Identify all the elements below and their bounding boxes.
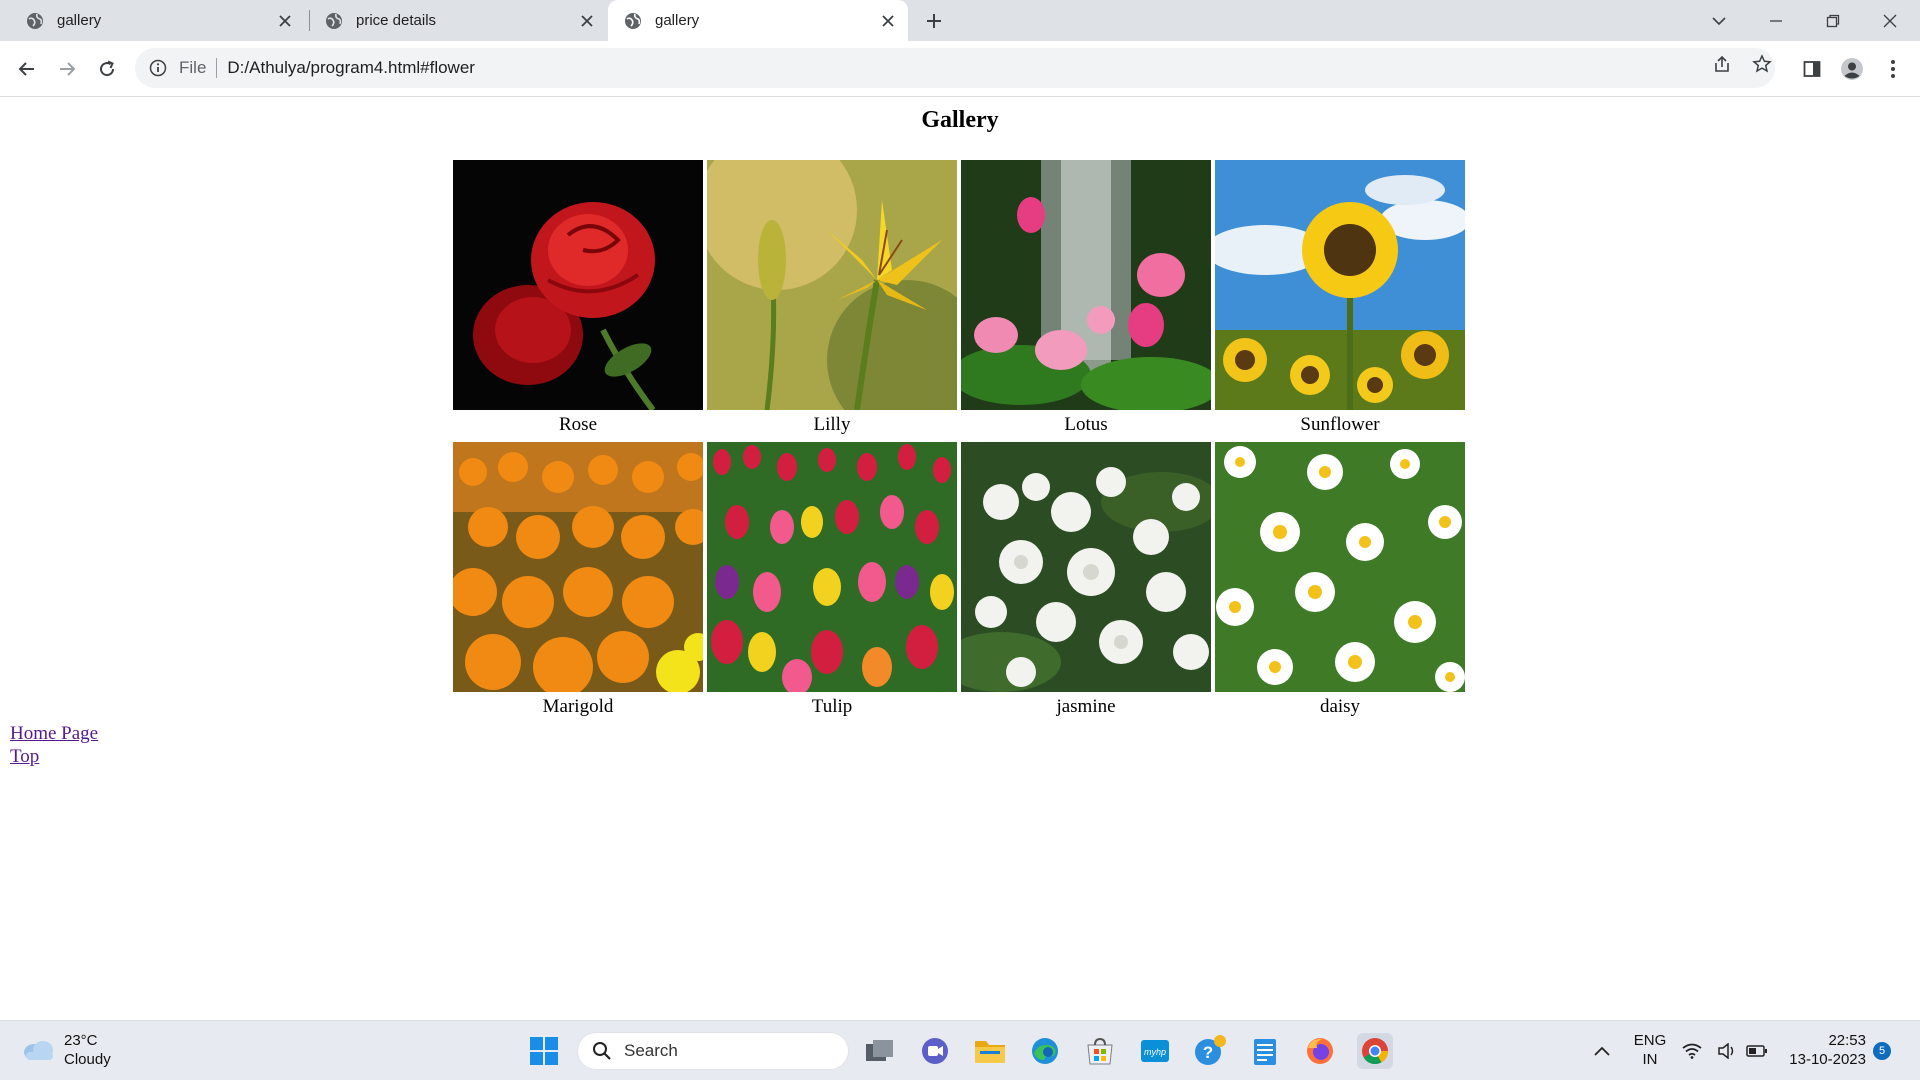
flower-caption: daisy xyxy=(1319,696,1361,717)
address-bar[interactable]: File D:/Athulya/program4.html#flower xyxy=(135,48,1775,88)
language-code: ENG xyxy=(1633,1032,1667,1049)
tab-price-details[interactable]: price details xyxy=(310,0,607,41)
gallery-item-tulip: Tulip xyxy=(707,442,957,718)
profile-avatar-icon[interactable] xyxy=(1838,55,1866,83)
menu-kebab-icon[interactable] xyxy=(1879,55,1907,83)
jasmine-image xyxy=(961,442,1211,692)
flower-caption: Marigold xyxy=(542,696,614,717)
task-view-icon[interactable] xyxy=(862,1033,898,1069)
taskbar-search[interactable]: Search xyxy=(577,1032,849,1070)
file-explorer-icon[interactable] xyxy=(972,1033,1008,1069)
chevron-up-icon[interactable] xyxy=(1584,1033,1620,1069)
language-region: IN xyxy=(1642,1051,1658,1068)
battery-icon[interactable] xyxy=(1744,1033,1770,1069)
edge-browser-icon[interactable] xyxy=(1027,1033,1063,1069)
teams-chat-icon[interactable] xyxy=(917,1033,953,1069)
gallery-item-rose: Rose xyxy=(453,160,703,436)
weather-temperature: 23°C xyxy=(64,1032,98,1049)
tab-title: gallery xyxy=(57,12,102,29)
microsoft-store-icon[interactable] xyxy=(1082,1033,1118,1069)
share-icon[interactable] xyxy=(1710,52,1734,76)
wifi-icon[interactable] xyxy=(1679,1033,1705,1069)
clock[interactable]: 22:53 13-10-2023 xyxy=(1780,1031,1866,1069)
flower-caption: Tulip xyxy=(811,696,853,717)
svg-text:myhp: myhp xyxy=(1144,1047,1166,1057)
url-text: D:/Athulya/program4.html#flower xyxy=(227,58,475,77)
page-links: Home Page Top xyxy=(10,722,98,768)
weather-condition: Cloudy xyxy=(64,1051,111,1068)
tab-gallery-1[interactable]: gallery xyxy=(0,0,305,41)
flower-caption: Lilly xyxy=(813,414,851,435)
tab-search-icon[interactable] xyxy=(1706,8,1732,34)
marigold-image xyxy=(453,442,703,692)
browser-toolbar: File D:/Athulya/program4.html#flower xyxy=(0,41,1920,97)
language-indicator[interactable]: ENG IN xyxy=(1628,1031,1672,1069)
close-tab-icon[interactable] xyxy=(878,11,898,31)
firefox-icon[interactable] xyxy=(1302,1033,1338,1069)
gallery-item-lotus: Lotus xyxy=(961,160,1211,436)
page-content: Gallery Rose Lilly Lotus Sunflower Marig… xyxy=(0,97,1920,1019)
close-tab-icon[interactable] xyxy=(275,11,295,31)
gallery-item-marigold: Marigold xyxy=(453,442,703,718)
tab-strip: gallery price details gallery xyxy=(0,0,1920,41)
forward-arrow-icon[interactable] xyxy=(53,55,81,83)
info-icon[interactable] xyxy=(149,58,169,78)
gallery-item-daisy: daisy xyxy=(1215,442,1465,718)
bookmark-star-icon[interactable] xyxy=(1750,52,1774,76)
tab-title: price details xyxy=(356,12,437,29)
globe-icon xyxy=(26,12,44,30)
cloud-icon xyxy=(24,1041,53,1060)
reload-icon[interactable] xyxy=(93,55,121,83)
close-window-icon[interactable] xyxy=(1877,8,1903,34)
myhp-icon[interactable]: myhp xyxy=(1137,1033,1173,1069)
flower-caption: Sunflower xyxy=(1300,414,1380,435)
lilly-image xyxy=(707,160,957,410)
flower-caption: Lotus xyxy=(1064,414,1108,435)
side-panel-icon[interactable] xyxy=(1798,55,1826,83)
minimize-icon[interactable] xyxy=(1763,8,1789,34)
get-help-icon[interactable]: ? xyxy=(1192,1033,1228,1069)
notification-badge[interactable]: 5 xyxy=(1873,1042,1891,1060)
chrome-icon[interactable] xyxy=(1357,1033,1393,1069)
flower-caption: jasmine xyxy=(1056,696,1116,717)
notepad-icon[interactable] xyxy=(1247,1033,1283,1069)
start-button-icon[interactable] xyxy=(526,1033,562,1069)
rose-image xyxy=(453,160,703,410)
flower-caption: Rose xyxy=(559,414,597,435)
tab-title: gallery xyxy=(655,12,700,29)
home-page-link[interactable]: Home Page xyxy=(10,722,98,745)
top-link[interactable]: Top xyxy=(10,745,98,768)
daisy-image xyxy=(1215,442,1465,692)
volume-icon[interactable] xyxy=(1714,1033,1740,1069)
new-tab-button[interactable] xyxy=(922,9,946,33)
search-placeholder: Search xyxy=(624,1041,678,1060)
search-icon xyxy=(593,1042,611,1060)
gallery-item-sunflower: Sunflower xyxy=(1215,160,1465,436)
tulip-image xyxy=(707,442,957,692)
gallery-item-jasmine: jasmine xyxy=(961,442,1211,718)
globe-icon xyxy=(624,12,642,30)
close-tab-icon[interactable] xyxy=(577,11,597,31)
back-arrow-icon[interactable] xyxy=(13,55,41,83)
clock-time: 22:53 xyxy=(1828,1032,1866,1049)
weather-widget[interactable]: 23°C Cloudy xyxy=(22,1031,111,1069)
lotus-image xyxy=(961,160,1211,410)
svg-text:?: ? xyxy=(1203,1043,1213,1062)
tab-gallery-active[interactable]: gallery xyxy=(608,0,908,41)
page-title: Gallery xyxy=(921,107,999,133)
gallery-item-lilly: Lilly xyxy=(707,160,957,436)
globe-icon xyxy=(325,12,343,30)
sunflower-image xyxy=(1215,160,1465,410)
url-divider xyxy=(216,58,218,78)
restore-icon[interactable] xyxy=(1820,8,1846,34)
taskbar: 23°C Cloudy Search myhp ? ENG IN 22:53 1… xyxy=(0,1020,1920,1080)
clock-date: 13-10-2023 xyxy=(1789,1051,1866,1068)
url-scheme: File xyxy=(179,58,207,77)
